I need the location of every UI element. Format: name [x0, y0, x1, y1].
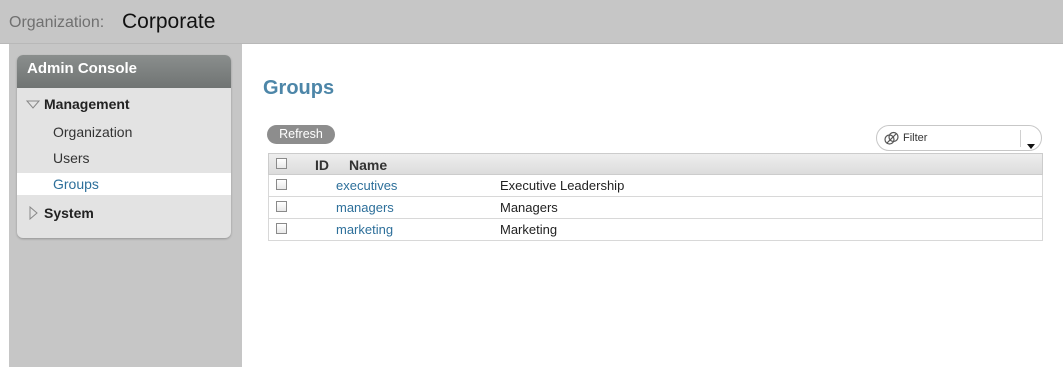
triangle-right-icon	[26, 205, 40, 221]
panel-title: Admin Console	[17, 55, 231, 88]
table-row: marketing Marketing	[268, 219, 1043, 241]
group-id-link[interactable]: executives	[336, 178, 397, 193]
group-name: Executive Leadership	[500, 178, 625, 193]
section-label: System	[44, 205, 94, 221]
groups-table: ID Name executives Executive Leadership …	[268, 153, 1043, 241]
select-all-checkbox[interactable]	[276, 158, 287, 169]
triangle-down-icon	[25, 97, 41, 111]
sidebar-section-system[interactable]: System	[26, 205, 94, 221]
organization-name: Corporate	[122, 10, 216, 33]
filter-icon	[884, 131, 899, 151]
group-name: Managers	[500, 200, 558, 215]
table-row: managers Managers	[268, 197, 1043, 219]
row-checkbox[interactable]	[276, 201, 287, 212]
group-id-link[interactable]: marketing	[336, 222, 393, 237]
group-name: Marketing	[500, 222, 558, 237]
top-bar: Organization: Corporate	[0, 0, 1063, 44]
row-checkbox[interactable]	[276, 179, 287, 190]
filter-label: Filter	[903, 132, 928, 144]
sidebar-section-management[interactable]: Management	[25, 96, 130, 112]
filter-divider	[1020, 130, 1021, 147]
admin-console-panel: Admin Console Management Organization Us…	[17, 55, 231, 238]
table-row: executives Executive Leadership	[268, 175, 1043, 197]
column-header-name[interactable]: Name	[349, 157, 387, 173]
sidebar-item-groups[interactable]: Groups	[17, 173, 231, 195]
organization-label: Organization:	[9, 14, 105, 31]
page-title: Groups	[263, 77, 335, 99]
refresh-button[interactable]: Refresh	[267, 125, 335, 144]
sidebar-item-users[interactable]: Users	[17, 147, 231, 169]
section-label: Management	[44, 96, 130, 112]
filter-dropdown[interactable]: Filter	[876, 125, 1042, 151]
column-header-id[interactable]: ID	[315, 157, 329, 173]
table-header: ID Name	[268, 153, 1043, 175]
caret-down-icon[interactable]	[1027, 136, 1035, 154]
sidebar-item-organization[interactable]: Organization	[17, 121, 231, 143]
row-checkbox[interactable]	[276, 223, 287, 234]
group-id-link[interactable]: managers	[336, 200, 394, 215]
